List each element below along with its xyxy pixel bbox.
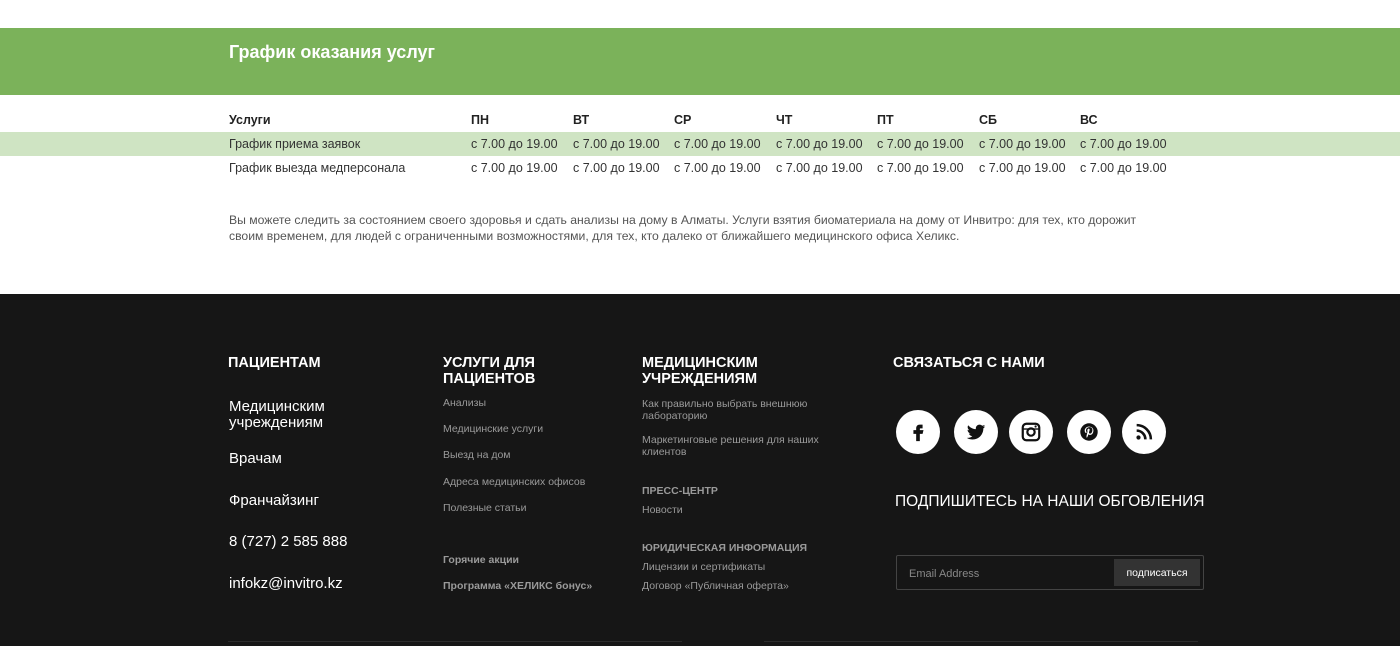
footer-phone-link[interactable]: 8 (727) 2 585 888 bbox=[229, 534, 347, 550]
footer-link-office-addresses[interactable]: Адреса медицинских офисов bbox=[443, 476, 585, 488]
footer-link-home-visit[interactable]: Выезд на дом bbox=[443, 449, 511, 461]
table-cell: с 7.00 до 19.00 bbox=[979, 161, 1066, 175]
table-cell: с 7.00 до 19.00 bbox=[979, 137, 1066, 151]
table-row: График приема заявок с 7.00 до 19.00 с 7… bbox=[0, 132, 1400, 156]
footer-heading-contact: Связаться с нами bbox=[893, 355, 1045, 371]
table-cell: с 7.00 до 19.00 bbox=[877, 137, 964, 151]
footer-link-hot-deals[interactable]: Горячие акции bbox=[443, 554, 519, 566]
twitter-icon[interactable] bbox=[954, 410, 998, 454]
table-row: График выезда медперсонала с 7.00 до 19.… bbox=[0, 156, 1400, 180]
footer-link-medical-services[interactable]: Медицинские услуги bbox=[443, 423, 543, 435]
home-service-info-text: Вы можете следить за состоянием своего з… bbox=[229, 213, 1137, 243]
email-field[interactable] bbox=[907, 560, 1111, 587]
footer-link-public-offer[interactable]: Договор «Публичная оферта» bbox=[642, 580, 789, 592]
column-header-thu: ЧТ bbox=[776, 113, 793, 127]
footer-link-news[interactable]: Новости bbox=[642, 504, 683, 516]
site-footer: Пациентам Медицинским учреждениям Врачам… bbox=[0, 294, 1400, 646]
instagram-icon[interactable] bbox=[1009, 410, 1053, 454]
footer-heading-medical-institutions: Медицинским учреждениям bbox=[642, 355, 758, 387]
footer-link-choose-lab[interactable]: Как правильно выбрать внешнюю лаборатори… bbox=[642, 398, 827, 422]
table-cell: с 7.00 до 19.00 bbox=[471, 137, 558, 151]
footer-heading-patient-services: Услуги для пациентов bbox=[443, 355, 536, 387]
footer-link-licenses[interactable]: Лицензии и сертификаты bbox=[642, 561, 765, 573]
schedule-header-bar bbox=[0, 28, 1400, 95]
rss-icon[interactable] bbox=[1122, 410, 1166, 454]
schedule-table: Услуги ПН ВТ СР ЧТ ПТ СБ ВС График прием… bbox=[0, 108, 1400, 180]
subscribe-title: Подпишитесь на наши обговления bbox=[895, 493, 1205, 510]
footer-link-doctors[interactable]: Врачам bbox=[229, 451, 282, 467]
column-header-tue: ВТ bbox=[573, 113, 590, 127]
footer-email-link[interactable]: infokz@invitro.kz bbox=[229, 576, 343, 592]
footer-link-medical-institutions[interactable]: Медицинским учреждениям bbox=[229, 399, 389, 431]
footer-link-marketing-solutions[interactable]: Маркетинговые решения для наших клиентов bbox=[642, 434, 827, 458]
footer-link-franchising[interactable]: Франчайзинг bbox=[229, 493, 319, 509]
footer-link-bonus-program[interactable]: Программа «ХЕЛИКС бонус» bbox=[443, 580, 592, 592]
schedule-title: График оказания услуг bbox=[229, 42, 436, 62]
subscribe-form: подписаться bbox=[896, 555, 1204, 590]
column-header-sun: ВС bbox=[1080, 113, 1098, 127]
footer-link-articles[interactable]: Полезные статьи bbox=[443, 502, 527, 514]
table-cell: с 7.00 до 19.00 bbox=[776, 137, 863, 151]
column-header-fri: ПТ bbox=[877, 113, 894, 127]
footer-subheading-legal: Юридическая информация bbox=[642, 542, 808, 554]
column-header-wed: СР bbox=[674, 113, 692, 127]
table-cell: с 7.00 до 19.00 bbox=[674, 161, 761, 175]
footer-link-tests[interactable]: Анализы bbox=[443, 397, 486, 409]
column-header-sat: СБ bbox=[979, 113, 998, 127]
table-cell: с 7.00 до 19.00 bbox=[1080, 137, 1167, 151]
row-service-name: График приема заявок bbox=[229, 137, 361, 151]
column-header-mon: ПН bbox=[471, 113, 490, 127]
schedule-header-row: Услуги ПН ВТ СР ЧТ ПТ СБ ВС bbox=[0, 108, 1400, 132]
table-cell: с 7.00 до 19.00 bbox=[573, 161, 660, 175]
table-cell: с 7.00 до 19.00 bbox=[573, 137, 660, 151]
footer-heading-patients: Пациентам bbox=[228, 355, 321, 371]
pinterest-icon[interactable] bbox=[1067, 410, 1111, 454]
footer-subheading-press: Пресс-центр bbox=[642, 485, 718, 497]
table-cell: с 7.00 до 19.00 bbox=[471, 161, 558, 175]
row-service-name: График выезда медперсонала bbox=[229, 161, 406, 175]
table-cell: с 7.00 до 19.00 bbox=[674, 137, 761, 151]
footer-divider bbox=[764, 641, 1198, 642]
subscribe-button[interactable]: подписаться bbox=[1114, 559, 1200, 586]
table-cell: с 7.00 до 19.00 bbox=[1080, 161, 1167, 175]
column-header-services: Услуги bbox=[229, 113, 271, 127]
table-cell: с 7.00 до 19.00 bbox=[776, 161, 863, 175]
facebook-icon[interactable] bbox=[896, 410, 940, 454]
table-cell: с 7.00 до 19.00 bbox=[877, 161, 964, 175]
footer-divider bbox=[228, 641, 682, 642]
